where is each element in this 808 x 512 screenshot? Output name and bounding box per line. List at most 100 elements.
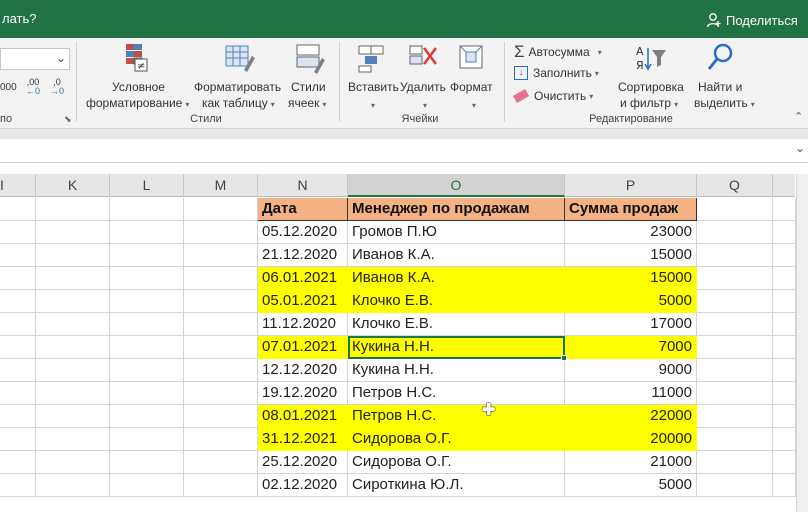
empty-cell[interactable] bbox=[36, 359, 110, 382]
empty-cell[interactable] bbox=[697, 267, 773, 290]
expand-formula-bar-icon[interactable]: ⌄ bbox=[795, 141, 805, 155]
empty-cell[interactable] bbox=[0, 221, 36, 244]
empty-cell[interactable] bbox=[697, 198, 773, 221]
empty-cell[interactable] bbox=[36, 267, 110, 290]
empty-cell[interactable] bbox=[184, 451, 258, 474]
empty-cell[interactable] bbox=[773, 428, 796, 451]
cell-manager[interactable]: Иванов К.А. bbox=[348, 267, 565, 290]
empty-cell[interactable] bbox=[36, 474, 110, 497]
number-format-dropdown[interactable]: ⌄ bbox=[0, 48, 70, 70]
empty-cell[interactable] bbox=[184, 359, 258, 382]
empty-cell[interactable] bbox=[773, 336, 796, 359]
empty-cell[interactable] bbox=[36, 428, 110, 451]
empty-cell[interactable] bbox=[184, 336, 258, 359]
header-date[interactable]: Дата bbox=[258, 198, 348, 221]
header-manager[interactable]: Менеджер по продажам bbox=[348, 198, 565, 221]
empty-cell[interactable] bbox=[773, 359, 796, 382]
empty-cell[interactable] bbox=[184, 474, 258, 497]
increase-decimal-button[interactable]: ,00 ←0 bbox=[26, 78, 40, 96]
fill-handle[interactable] bbox=[561, 355, 567, 361]
empty-cell[interactable] bbox=[697, 405, 773, 428]
col-header-i[interactable]: I bbox=[0, 174, 36, 197]
cell-date[interactable]: 02.12.2020 bbox=[258, 474, 348, 497]
empty-cell[interactable] bbox=[0, 313, 36, 336]
empty-cell[interactable] bbox=[773, 382, 796, 405]
empty-cell[interactable] bbox=[36, 244, 110, 267]
empty-cell[interactable] bbox=[773, 474, 796, 497]
fill-button[interactable]: ↓ Заполнить ▾ bbox=[514, 66, 599, 80]
cell-date[interactable]: 08.01.2021 bbox=[258, 405, 348, 428]
empty-cell[interactable] bbox=[110, 267, 184, 290]
empty-cell[interactable] bbox=[697, 359, 773, 382]
empty-cell[interactable] bbox=[697, 382, 773, 405]
empty-cell[interactable] bbox=[110, 428, 184, 451]
empty-cell[interactable] bbox=[184, 290, 258, 313]
empty-cell[interactable] bbox=[773, 244, 796, 267]
decrease-decimal-button[interactable]: ,0 →0 bbox=[50, 78, 64, 96]
empty-cell[interactable] bbox=[0, 359, 36, 382]
empty-cell[interactable] bbox=[110, 198, 184, 221]
empty-cell[interactable] bbox=[36, 313, 110, 336]
collapse-ribbon-icon[interactable]: ⌃ bbox=[794, 110, 803, 123]
cell-sum[interactable]: 22000 bbox=[565, 405, 697, 428]
col-header-k[interactable]: K bbox=[36, 174, 110, 197]
col-header-l[interactable]: L bbox=[110, 174, 184, 197]
empty-cell[interactable] bbox=[184, 428, 258, 451]
cell-sum[interactable]: 15000 bbox=[565, 267, 697, 290]
empty-cell[interactable] bbox=[184, 382, 258, 405]
cell-date[interactable]: 25.12.2020 bbox=[258, 451, 348, 474]
cell-date[interactable]: 21.12.2020 bbox=[258, 244, 348, 267]
col-header-o[interactable]: O bbox=[348, 174, 565, 197]
empty-cell[interactable] bbox=[184, 221, 258, 244]
empty-cell[interactable] bbox=[697, 428, 773, 451]
empty-cell[interactable] bbox=[36, 198, 110, 221]
empty-cell[interactable] bbox=[110, 290, 184, 313]
cell-date[interactable]: 31.12.2021 bbox=[258, 428, 348, 451]
cell-sum[interactable]: 5000 bbox=[565, 474, 697, 497]
empty-cell[interactable] bbox=[773, 313, 796, 336]
tell-me-search[interactable]: лать? bbox=[2, 11, 37, 26]
empty-cell[interactable] bbox=[184, 267, 258, 290]
empty-cell[interactable] bbox=[0, 290, 36, 313]
cell-manager[interactable]: Сироткина Ю.Л. bbox=[348, 474, 565, 497]
empty-cell[interactable] bbox=[36, 405, 110, 428]
empty-cell[interactable] bbox=[773, 451, 796, 474]
empty-cell[interactable] bbox=[36, 336, 110, 359]
dialog-launcher-icon[interactable]: ⬊ bbox=[64, 114, 72, 125]
empty-cell[interactable] bbox=[773, 221, 796, 244]
cell-manager[interactable]: Петров Н.С. bbox=[348, 405, 565, 428]
empty-cell[interactable] bbox=[110, 359, 184, 382]
cell-sum[interactable]: 11000 bbox=[565, 382, 697, 405]
empty-cell[interactable] bbox=[110, 313, 184, 336]
col-header-n[interactable]: N bbox=[258, 174, 348, 197]
formula-bar[interactable]: ⌄ bbox=[0, 139, 808, 163]
spreadsheet-grid[interactable]: I K L M N O P Q Дата Менеджер по продажам… bbox=[0, 174, 808, 512]
empty-cell[interactable] bbox=[110, 382, 184, 405]
cell-date[interactable]: 07.01.2021 bbox=[258, 336, 348, 359]
empty-cell[interactable] bbox=[697, 290, 773, 313]
cell-date[interactable]: 06.01.2021 bbox=[258, 267, 348, 290]
cell-date[interactable]: 19.12.2020 bbox=[258, 382, 348, 405]
empty-cell[interactable] bbox=[110, 221, 184, 244]
cell-manager[interactable]: Клочко Е.В. bbox=[348, 313, 565, 336]
active-cell[interactable]: Кукина Н.Н. bbox=[348, 336, 565, 359]
empty-cell[interactable] bbox=[697, 313, 773, 336]
empty-cell[interactable] bbox=[184, 244, 258, 267]
empty-cell[interactable] bbox=[697, 244, 773, 267]
empty-cell[interactable] bbox=[773, 198, 796, 221]
empty-cell[interactable] bbox=[36, 382, 110, 405]
empty-cell[interactable] bbox=[773, 290, 796, 313]
empty-cell[interactable] bbox=[184, 198, 258, 221]
cell-manager[interactable]: Петров Н.С. bbox=[348, 382, 565, 405]
empty-cell[interactable] bbox=[184, 405, 258, 428]
empty-cell[interactable] bbox=[697, 474, 773, 497]
empty-cell[interactable] bbox=[110, 451, 184, 474]
empty-cell[interactable] bbox=[0, 198, 36, 221]
autosum-button[interactable]: Σ Автосумма ▾ bbox=[514, 42, 602, 62]
cell-manager[interactable]: Сидорова О.Г. bbox=[348, 428, 565, 451]
empty-cell[interactable] bbox=[36, 451, 110, 474]
share-button[interactable]: Поделиться bbox=[706, 10, 798, 30]
empty-cell[interactable] bbox=[110, 244, 184, 267]
cell-sum[interactable]: 21000 bbox=[565, 451, 697, 474]
empty-cell[interactable] bbox=[36, 221, 110, 244]
